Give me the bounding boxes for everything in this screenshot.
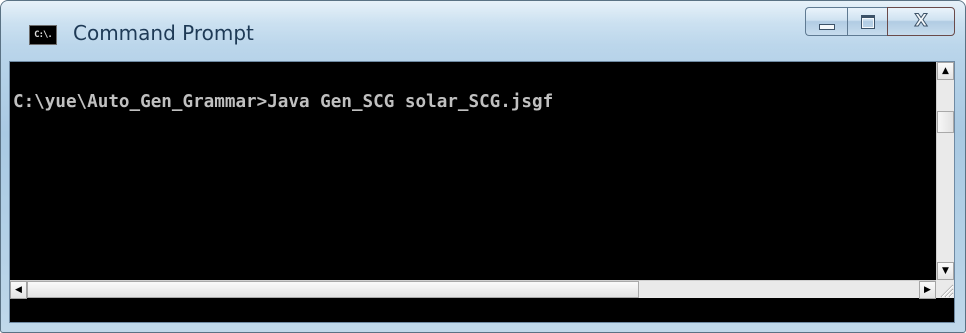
console-app-icon[interactable]: C:\. [29, 25, 57, 45]
console-output[interactable]: C:\yue\Auto_Gen_Grammar>Java Gen_SCG sol… [10, 62, 936, 280]
resize-grip-icon [940, 284, 954, 298]
arrow-up-icon: ▲ [942, 66, 949, 76]
vertical-scrollbar[interactable]: ▲ ▼ [936, 62, 954, 280]
resize-grip[interactable] [936, 280, 954, 298]
arrow-left-icon: ◀ [15, 285, 22, 295]
maximize-button[interactable] [847, 7, 887, 36]
console-client-area: C:\yue\Auto_Gen_Grammar>Java Gen_SCG sol… [9, 61, 955, 323]
command-prompt-window: C:\. Command Prompt X C:\yue\Auto_Gen_Gr… [0, 0, 966, 333]
scroll-right-button[interactable]: ▶ [919, 281, 936, 299]
maximize-icon [860, 14, 875, 29]
minimize-icon [818, 23, 835, 30]
scroll-up-button[interactable]: ▲ [937, 62, 954, 80]
vertical-scroll-thumb[interactable] [937, 111, 954, 133]
window-title: Command Prompt [73, 21, 254, 45]
scroll-left-button[interactable]: ◀ [10, 281, 27, 299]
close-button[interactable]: X [887, 7, 955, 36]
console-command-line: C:\yue\Auto_Gen_Grammar>Java Gen_SCG sol… [13, 92, 554, 112]
minimize-button[interactable] [805, 7, 847, 36]
close-icon: X [914, 11, 928, 31]
caption-buttons: X [805, 7, 955, 36]
scroll-down-button[interactable]: ▼ [937, 262, 954, 280]
horizontal-scroll-thumb[interactable] [27, 281, 639, 298]
horizontal-scrollbar[interactable]: ◀ ▶ [10, 280, 936, 299]
arrow-down-icon: ▼ [942, 266, 949, 276]
arrow-right-icon: ▶ [924, 285, 931, 295]
